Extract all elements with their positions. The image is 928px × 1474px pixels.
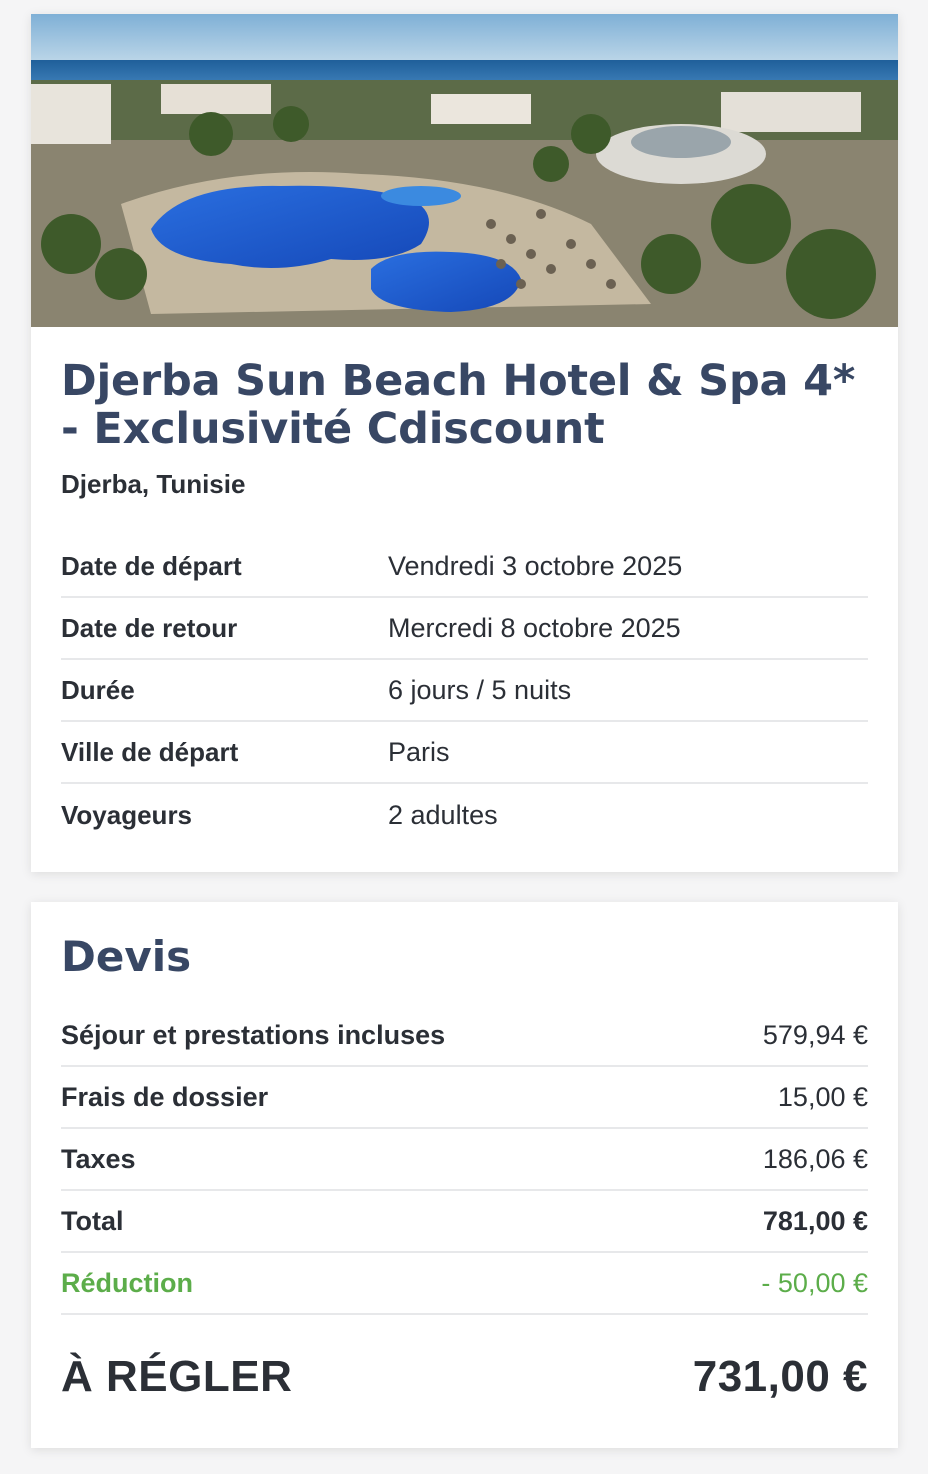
quote-line-taxes: Taxes 186,06 € — [61, 1129, 868, 1191]
trip-details-table: Date de départ Vendredi 3 octobre 2025 D… — [61, 536, 868, 846]
quote-card: Devis Séjour et prestations incluses 579… — [31, 902, 898, 1448]
quote-title: Devis — [61, 932, 192, 981]
detail-row-travelers: Voyageurs 2 adultes — [61, 784, 868, 846]
detail-value: 6 jours / 5 nuits — [388, 674, 572, 705]
hotel-photo — [31, 14, 898, 327]
detail-row-departure-city: Ville de départ Paris — [61, 722, 868, 784]
detail-value: 2 adultes — [388, 799, 498, 830]
detail-label: Date de départ — [61, 550, 242, 581]
quote-line-label: Réduction — [61, 1267, 193, 1298]
detail-label: Voyageurs — [61, 799, 193, 830]
quote-line-value: 15,00 € — [777, 1081, 868, 1112]
quote-line-value: - 50,00 € — [761, 1267, 868, 1298]
amount-due: À RÉGLER 731,00 € — [61, 1315, 868, 1439]
quote-line-total: Total 781,00 € — [61, 1191, 868, 1253]
quote-line-value: 579,94 € — [762, 1019, 868, 1050]
quote-line-discount: Réduction - 50,00 € — [61, 1253, 868, 1315]
quote-line-value: 781,00 € — [762, 1205, 868, 1236]
quote-line-fees: Frais de dossier 15,00 € — [61, 1067, 868, 1129]
detail-value: Vendredi 3 octobre 2025 — [388, 550, 683, 581]
quote-line-label: Frais de dossier — [61, 1081, 269, 1112]
hotel-card: Djerba Sun Beach Hotel & Spa 4* - Exclus… — [31, 14, 898, 872]
quote-line-stay: Séjour et prestations incluses 579,94 € — [61, 1005, 868, 1067]
hotel-title: Djerba Sun Beach Hotel & Spa 4* - Exclus… — [61, 356, 856, 454]
quote-line-value: 186,06 € — [762, 1143, 868, 1174]
detail-row-duration: Durée 6 jours / 5 nuits — [61, 660, 868, 722]
detail-value: Paris — [388, 736, 450, 767]
quote-line-label: Taxes — [61, 1143, 136, 1174]
detail-row-departure-date: Date de départ Vendredi 3 octobre 2025 — [61, 536, 868, 598]
quote-line-label: Total — [61, 1205, 124, 1236]
amount-due-value: 731,00 € — [692, 1352, 868, 1401]
detail-row-return-date: Date de retour Mercredi 8 octobre 2025 — [61, 598, 868, 660]
detail-value: Mercredi 8 octobre 2025 — [388, 612, 681, 643]
detail-label: Durée — [61, 674, 135, 705]
detail-label: Ville de départ — [61, 736, 239, 767]
hotel-location: Djerba, Tunisie — [61, 469, 246, 499]
detail-label: Date de retour — [61, 612, 238, 643]
quote-line-label: Séjour et prestations incluses — [61, 1019, 446, 1050]
amount-due-label: À RÉGLER — [61, 1352, 293, 1401]
quote-lines: Séjour et prestations incluses 579,94 € … — [61, 1005, 868, 1315]
